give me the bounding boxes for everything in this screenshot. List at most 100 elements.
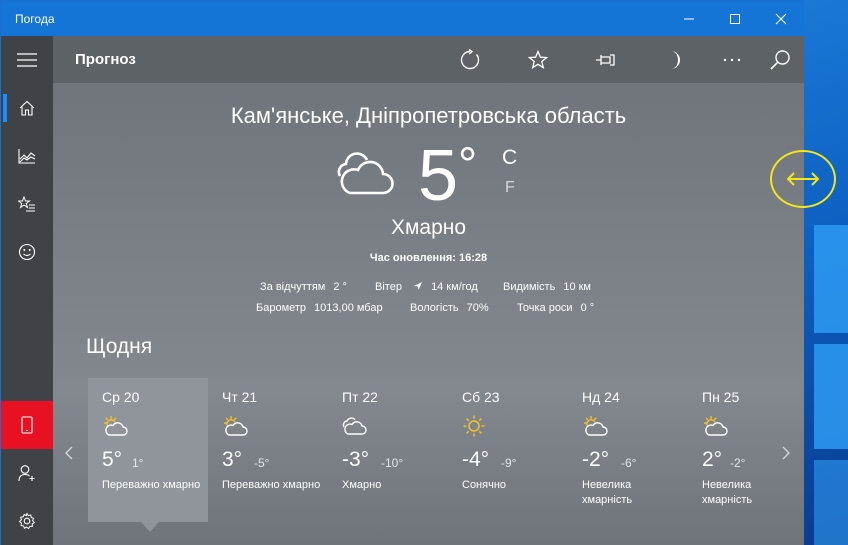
day-name: Чт 21 [222, 389, 258, 405]
detail-barometer: Барометр 1013,00 мбар [256, 302, 383, 314]
page-title: Прогноз [75, 51, 136, 68]
day-high: 2° [702, 448, 723, 471]
partly-cloudy-icon [222, 415, 248, 442]
day-low: -9° [501, 456, 517, 470]
maximize-icon [730, 13, 740, 24]
day-condition: Переважно хмарно [222, 479, 321, 491]
window-title: Погода [15, 11, 55, 26]
weather-app-window: Погода Прогноз Кам'янське, Дніпропетровс… [0, 0, 804, 545]
detail-feels-like: За відчуттям 2 ° [260, 281, 347, 293]
partly-cloudy-icon [702, 415, 728, 442]
command-bar: Прогноз [53, 36, 804, 83]
detail-dew-point: Точка роси 0 ° [517, 302, 595, 314]
desktop-window-pane [814, 460, 848, 545]
pin-button[interactable] [588, 42, 624, 78]
current-temperature: 5° [418, 136, 478, 216]
moon-icon [671, 51, 680, 69]
update-time: Час оновлення: 16:28 [369, 252, 488, 264]
daily-heading: Щодня [86, 335, 153, 358]
day-high: 3° [222, 448, 243, 471]
smiley-icon [18, 243, 36, 261]
search-button[interactable] [762, 42, 798, 78]
hamburger-icon [17, 53, 37, 67]
day-high: -4° [462, 448, 490, 471]
day-condition: Невелика хмарність [582, 479, 633, 506]
close-button[interactable] [758, 1, 804, 36]
gear-icon [18, 512, 36, 530]
more-icon [723, 58, 741, 62]
day-name: Ср 20 [102, 389, 140, 405]
day-name: Пт 22 [342, 389, 378, 405]
resize-cursor-highlight [770, 150, 836, 208]
day-high: -2° [582, 448, 610, 471]
minimize-button[interactable] [666, 1, 712, 36]
day-condition: Сонячно [462, 479, 507, 491]
maximize-button[interactable] [712, 1, 758, 36]
location-name: Кам'янське, Дніпропетровська область [230, 103, 627, 128]
horizontal-resize-icon [786, 172, 820, 186]
partly-cloudy-icon [102, 415, 128, 442]
day-tile[interactable]: Нд 24 -2° -6° Невелика хмарність [568, 378, 688, 522]
forecast-content: Прогноз Кам'янське, Дніпропетровська обл… [53, 36, 804, 545]
sun-icon [462, 415, 488, 442]
current-condition: Хмарно [390, 216, 467, 239]
detail-visibility: Видимість 10 км [503, 281, 591, 293]
day-name: Нд 24 [582, 389, 620, 405]
night-mode-button[interactable] [656, 42, 692, 78]
partly-cloudy-icon [582, 415, 608, 442]
detail-humidity: Вологість 70% [410, 302, 489, 314]
hamburger-menu-button[interactable] [1, 36, 53, 84]
sidebar-item-account[interactable] [1, 449, 53, 497]
minimize-icon [684, 18, 694, 19]
day-condition: Переважно хмарно [102, 479, 201, 491]
favorites-list-icon [18, 196, 35, 212]
selected-day-pointer [141, 522, 159, 532]
day-tile[interactable]: Пн 25 2° -2° Невелика хмарність [688, 378, 804, 522]
sidebar-item-places[interactable] [1, 180, 53, 228]
sidebar-item-historical[interactable] [1, 132, 53, 180]
day-high: 5° [102, 448, 123, 471]
refresh-icon [460, 49, 480, 70]
search-icon [770, 50, 790, 70]
day-low: 1° [132, 456, 144, 470]
chevron-left-icon [65, 446, 73, 460]
star-icon [528, 50, 548, 69]
day-name: Пн 25 [702, 389, 740, 405]
fahrenheit-toggle[interactable]: F [505, 179, 515, 197]
day-low: -2° [730, 456, 746, 470]
day-condition: Невелика хмарність [702, 479, 753, 506]
refresh-button[interactable] [452, 42, 488, 78]
day-low: -6° [621, 456, 637, 470]
day-condition: Хмарно [342, 479, 382, 491]
day-high: -3° [342, 448, 370, 471]
cloud-icon [342, 415, 368, 442]
day-low: -10° [381, 456, 404, 470]
phone-icon [21, 416, 33, 434]
sidebar-item-forecast[interactable] [1, 84, 53, 132]
title-bar: Погода [1, 1, 804, 36]
desktop-window-pane [814, 344, 848, 449]
close-icon [775, 13, 787, 24]
sidebar-item-settings[interactable] [1, 497, 53, 545]
day-tile[interactable]: Ср 20 5° 1° Переважно хмарно [88, 378, 208, 522]
cloud-icon [336, 152, 394, 201]
sidebar-item-life[interactable] [1, 228, 53, 276]
favorite-button[interactable] [520, 42, 556, 78]
day-name: Сб 23 [462, 389, 500, 405]
chart-icon [18, 149, 36, 164]
sidebar-item-phone-app[interactable] [1, 401, 53, 449]
add-person-icon [18, 465, 35, 482]
wind-direction-icon [414, 282, 422, 290]
day-tile[interactable]: Пт 22 -3° -10° Хмарно [328, 378, 448, 522]
sidebar [1, 36, 53, 545]
desktop-window-pane [814, 225, 848, 333]
desktop-background [804, 0, 848, 545]
pin-icon [596, 54, 615, 66]
previous-days-button[interactable] [65, 446, 73, 465]
home-icon [19, 100, 35, 116]
day-tile[interactable]: Чт 21 3° -5° Переважно хмарно [208, 378, 328, 522]
day-tile[interactable]: Сб 23 -4° -9° Сонячно [448, 378, 568, 522]
more-button[interactable] [714, 42, 750, 78]
celsius-toggle[interactable]: C [502, 146, 517, 170]
detail-wind: Вітер 14 км/год [375, 281, 478, 293]
